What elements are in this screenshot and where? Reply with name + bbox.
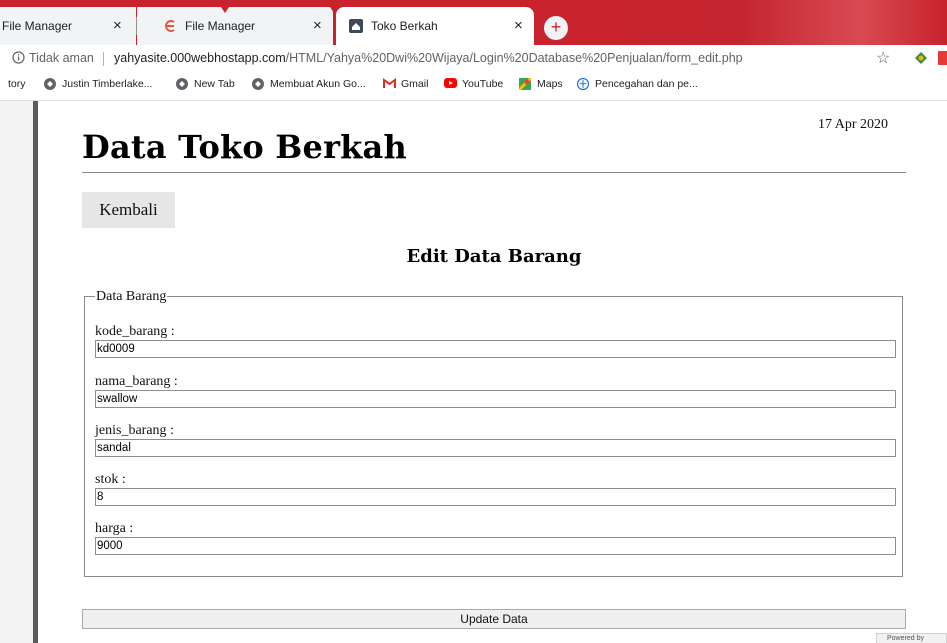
url-path: /HTML/Yahya%20Dwi%20Wijaya/Login%20Datab… <box>285 51 743 65</box>
current-date: 17 Apr 2020 <box>818 117 888 132</box>
home-icon <box>349 19 363 33</box>
url-host: yahyasite.000webhostapp.com <box>114 51 286 65</box>
stok-label: stok : <box>95 472 126 487</box>
security-label[interactable]: Tidak aman <box>29 51 94 65</box>
back-button[interactable]: Kembali <box>82 192 175 228</box>
bookmark-label: New Tab <box>194 78 235 90</box>
bookmark-item[interactable]: Membuat Akun Go... <box>252 78 366 90</box>
new-tab-button[interactable]: + <box>544 16 568 40</box>
address-bar[interactable]: Tidak aman yahyasite.000webhostapp.com/H… <box>0 45 947 72</box>
tab-title: File Manager <box>2 19 73 33</box>
bookmark-item[interactable]: YouTube <box>444 78 503 90</box>
tab-title: Toko Berkah <box>371 19 438 33</box>
update-data-button[interactable]: Update Data <box>82 609 906 629</box>
page-title: Data Toko Berkah <box>82 128 407 166</box>
powered-by-badge[interactable]: Powered by <box>876 633 947 643</box>
harga-label: harga : <box>95 521 134 536</box>
page-margin <box>0 101 33 643</box>
nama-barang-input[interactable] <box>95 390 896 408</box>
bookmark-item[interactable]: Justin Timberlake... <box>44 78 152 90</box>
harga-input[interactable] <box>95 537 896 555</box>
data-barang-fieldset <box>84 296 903 577</box>
bookmark-label: Pencegahan dan pe... <box>595 78 698 90</box>
bookmark-item[interactable]: tory <box>8 78 26 90</box>
info-icon[interactable] <box>12 51 25 67</box>
jenis-barang-label: jenis_barang : <box>95 423 174 438</box>
bookmark-item[interactable]: New Tab <box>176 78 235 90</box>
globe-icon <box>176 78 188 90</box>
close-icon[interactable]: × <box>313 17 322 34</box>
bookmark-label: Maps <box>537 78 563 90</box>
fieldset-legend: Data Barang <box>95 289 168 305</box>
form-title: Edit Data Barang <box>406 246 582 267</box>
kode-barang-label: kode_barang : <box>95 324 175 339</box>
youtube-icon <box>444 78 457 90</box>
bookmark-item[interactable]: Pencegahan dan pe... <box>576 77 698 91</box>
tab-title: File Manager <box>185 19 256 33</box>
tab-audio-indicator <box>330 7 338 13</box>
bookmark-label: tory <box>8 78 26 90</box>
bookmark-label: Gmail <box>401 78 429 90</box>
globe-icon <box>44 78 56 90</box>
file-manager-icon <box>163 19 177 33</box>
divider <box>103 52 104 66</box>
stok-input[interactable] <box>95 488 896 506</box>
jenis-barang-input[interactable] <box>95 439 896 457</box>
tab-audio-indicator <box>221 7 229 13</box>
close-icon[interactable]: × <box>514 17 523 34</box>
tab-file-manager-1[interactable]: File Manager × <box>0 7 136 45</box>
bookmarks-bar: tory Justin Timberlake... New Tab Membua… <box>0 72 947 101</box>
tab-file-manager-2[interactable]: File Manager × <box>137 7 333 45</box>
bookmark-label: Membuat Akun Go... <box>270 78 366 90</box>
bookmark-label: YouTube <box>462 78 504 90</box>
extension-icon[interactable] <box>938 51 947 65</box>
gmail-icon <box>383 78 396 90</box>
bookmark-item[interactable]: Gmail <box>383 78 428 90</box>
bookmark-item[interactable]: Maps <box>517 76 563 92</box>
maps-icon <box>517 76 533 92</box>
who-icon <box>576 77 590 91</box>
title-divider <box>82 172 906 173</box>
globe-icon <box>252 78 264 90</box>
url-text[interactable]: yahyasite.000webhostapp.com/HTML/Yahya%2… <box>114 51 743 65</box>
close-icon[interactable]: × <box>113 17 122 34</box>
kode-barang-input[interactable] <box>95 340 896 358</box>
tab-toko-berkah[interactable]: Toko Berkah × <box>336 7 534 45</box>
bookmark-star-icon[interactable]: ☆ <box>876 48 890 68</box>
extension-icon[interactable] <box>914 51 928 65</box>
bookmark-label: Justin Timberlake... <box>62 78 153 90</box>
page-left-border <box>33 101 38 643</box>
nama-barang-label: nama_barang : <box>95 374 178 389</box>
tab-separator <box>136 17 137 35</box>
